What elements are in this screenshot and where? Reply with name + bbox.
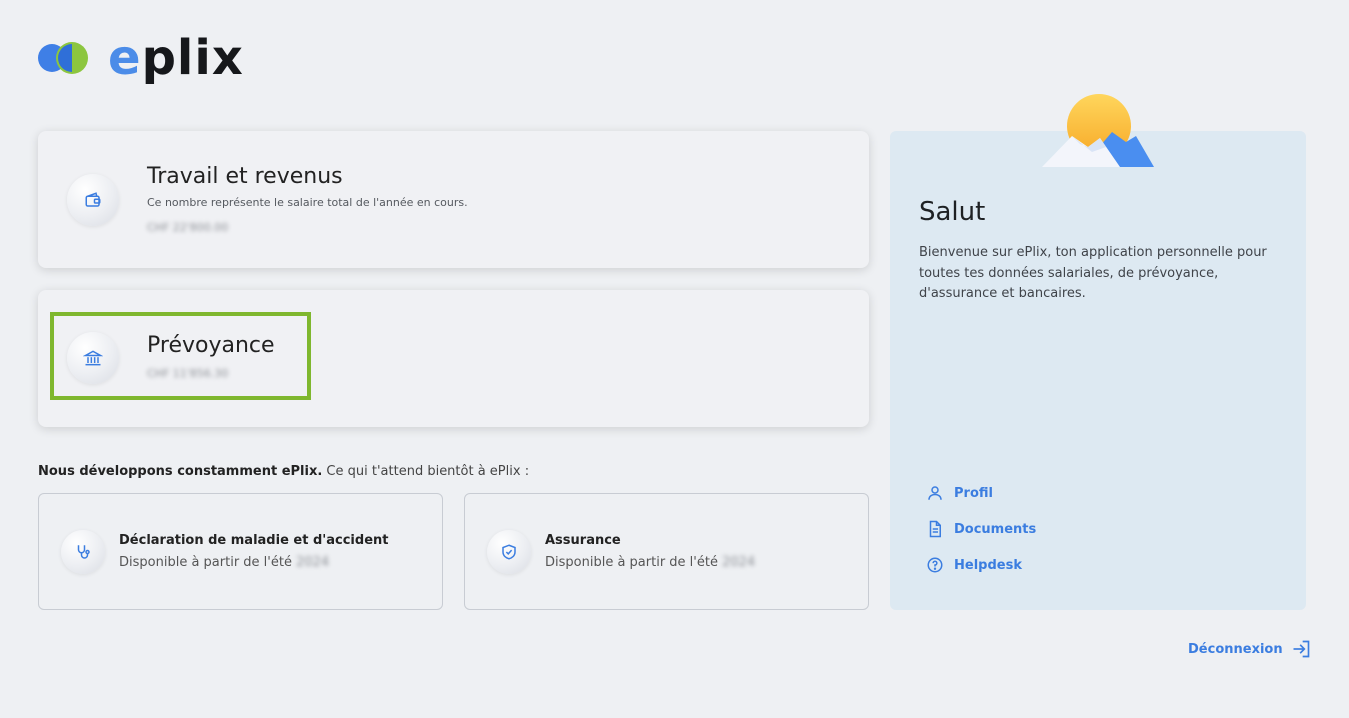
panel-title: Salut [919,197,986,227]
development-notice-bold: Nous développons constamment ePlix. [38,464,323,479]
profile-link-label: Profil [954,485,993,501]
welcome-panel: Salut Bienvenue sur ePlix, ton applicati… [890,131,1306,610]
eplix-logo[interactable]: eplix [38,34,244,82]
bank-icon [67,332,119,384]
development-notice-light: Ce qui t'attend bientôt à ePlix : [322,464,530,479]
help-icon [927,557,943,573]
wordmark-rest: plix [141,30,244,86]
document-icon [929,520,941,538]
stethoscope-icon [61,530,105,574]
helpdesk-link[interactable]: Helpdesk [926,556,1022,574]
documents-link-label: Documents [954,521,1037,537]
upcoming-title: Assurance [545,533,621,548]
upcoming-year: 2024 [296,555,330,570]
helpdesk-link-label: Helpdesk [954,557,1022,573]
card-amount: CHF 22'800.00 [147,221,229,234]
wallet-icon [67,174,119,226]
upcoming-subtitle-text: Disponible à partir de l'été [119,555,292,570]
eplix-logo-mark [38,39,90,77]
profile-link[interactable]: Profil [926,484,993,502]
upcoming-subtitle: Disponible à partir de l'été 2024 [119,555,329,570]
card-title: Prévoyance [147,333,275,358]
upcoming-year: 2024 [722,555,756,570]
panel-text: Bienvenue sur ePlix, ton application per… [919,245,1267,301]
sun-mountain-illustration [1040,92,1156,170]
wordmark-e: e [108,30,142,86]
logout-button[interactable]: Déconnexion [1188,639,1311,659]
card-work-income[interactable]: Travail et revenus Ce nombre représente … [38,131,869,268]
card-title: Travail et revenus [147,164,343,189]
card-amount: CHF 11'856.30 [147,367,229,380]
logout-label: Déconnexion [1188,641,1283,657]
upcoming-title: Déclaration de maladie et d'accident [119,533,389,548]
upcoming-subtitle-text: Disponible à partir de l'été [545,555,718,570]
shield-check-icon [487,530,531,574]
eplix-wordmark: eplix [108,34,244,82]
user-icon [928,486,942,500]
documents-link[interactable]: Documents [926,520,1036,538]
upcoming-insurance: Assurance Disponible à partir de l'été 2… [464,493,869,610]
upcoming-illness-accident: Déclaration de maladie et d'accident Dis… [38,493,443,610]
card-pension[interactable]: Prévoyance CHF 11'856.30 [38,290,869,427]
upcoming-subtitle: Disponible à partir de l'été 2024 [545,555,755,570]
card-subtitle: Ce nombre représente le salaire total de… [147,196,468,209]
logout-icon [1293,640,1309,658]
development-notice: Nous développons constamment ePlix. Ce q… [38,464,529,479]
